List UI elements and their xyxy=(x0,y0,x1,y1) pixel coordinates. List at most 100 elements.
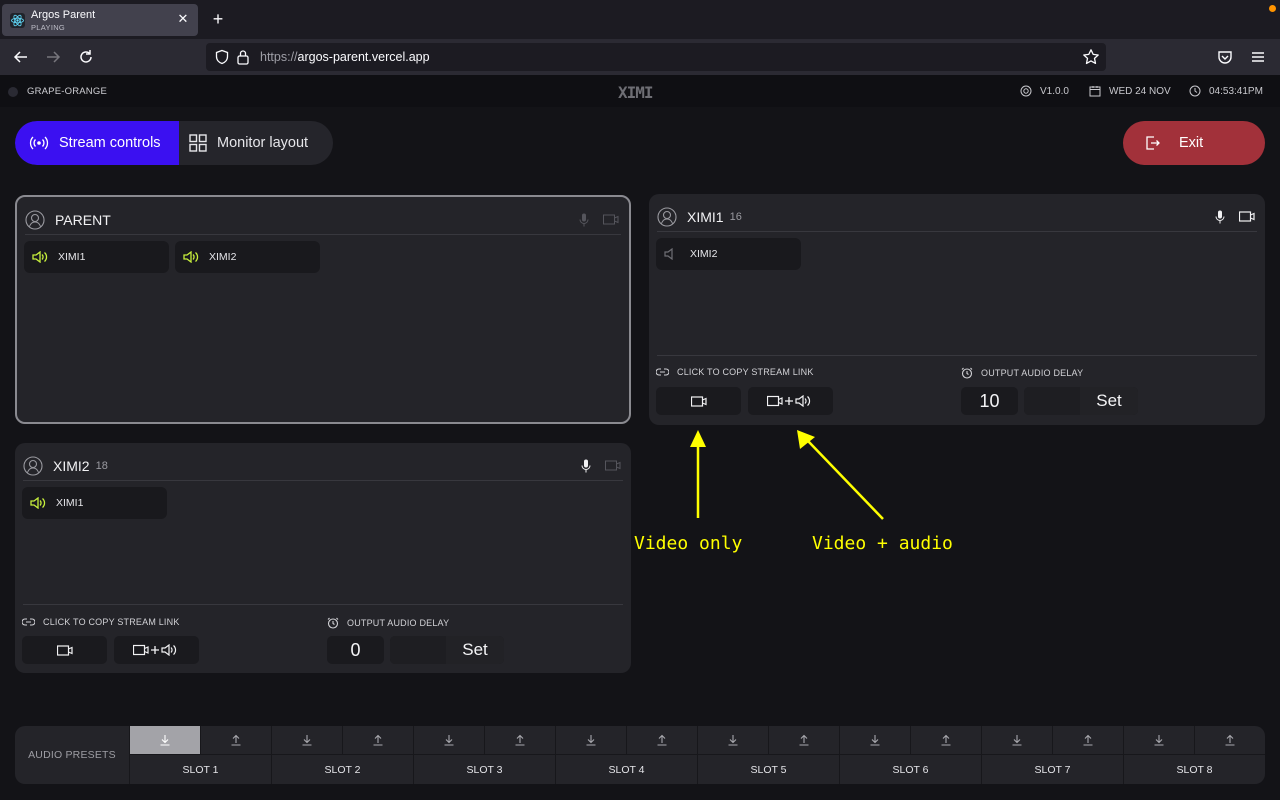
audio-delay-value: 0 xyxy=(327,636,384,664)
connection-status-dot xyxy=(8,87,18,97)
pocket-icon[interactable] xyxy=(1216,48,1234,66)
preset-slot-buttons xyxy=(272,726,413,755)
load-preset-button[interactable] xyxy=(130,726,200,754)
load-preset-button[interactable] xyxy=(840,726,910,754)
user-avatar-icon xyxy=(23,455,43,476)
download-icon xyxy=(585,734,597,746)
preset-slot: SLOT 8 xyxy=(1123,726,1265,784)
audio-source-chip[interactable]: XIMI1 xyxy=(24,241,169,273)
back-arrow-icon[interactable] xyxy=(12,48,30,66)
preset-slot-name: SLOT 4 xyxy=(608,763,645,776)
save-preset-button[interactable] xyxy=(910,726,981,754)
stream-controls-tab[interactable]: Stream controls xyxy=(15,121,179,165)
shield-icon[interactable] xyxy=(214,49,230,65)
browser-nav-bar: https://argos-parent.vercel.app xyxy=(0,39,1280,75)
close-tab-icon[interactable]: ✕ xyxy=(176,12,190,26)
monitor-layout-label: Monitor layout xyxy=(217,135,309,151)
video-camera-icon xyxy=(56,644,73,656)
load-preset-button[interactable] xyxy=(982,726,1052,754)
speaker-active-icon xyxy=(32,251,48,263)
source-label: XIMI1 xyxy=(56,497,84,509)
browser-tab[interactable]: Argos Parent PLAYING ✕ xyxy=(2,4,198,36)
audio-presets-label: AUDIO PRESETS xyxy=(28,749,116,761)
camera-icon[interactable] xyxy=(1239,211,1255,222)
save-preset-button[interactable] xyxy=(200,726,271,754)
camera-icon[interactable] xyxy=(603,214,619,225)
set-delay-button[interactable]: Set xyxy=(1080,387,1138,415)
exit-label: Exit xyxy=(1179,135,1204,151)
audio-delay-text: OUTPUT AUDIO DELAY xyxy=(981,368,1084,378)
preset-slot-name: SLOT 6 xyxy=(892,763,929,776)
audio-delay-label: OUTPUT AUDIO DELAY xyxy=(961,367,1083,379)
audio-delay-input[interactable] xyxy=(1024,387,1080,415)
microphone-icon[interactable] xyxy=(579,213,589,227)
app-header: GRAPE-ORANGE XIMI V1.0.0 WED 24 NOV 04:5… xyxy=(0,75,1280,107)
copy-video-link-button[interactable] xyxy=(656,387,741,415)
reload-icon[interactable] xyxy=(77,48,95,66)
notification-dot xyxy=(1269,5,1276,12)
save-preset-button[interactable] xyxy=(342,726,413,754)
copy-video-link-button[interactable] xyxy=(22,636,107,664)
save-preset-button[interactable] xyxy=(484,726,555,754)
ximi1-panel[interactable]: XIMI1 16 XIMI2 CLICK TO COPY STREAM LINK… xyxy=(649,194,1265,425)
load-preset-button[interactable] xyxy=(272,726,342,754)
load-preset-button[interactable] xyxy=(698,726,768,754)
divider xyxy=(23,604,623,605)
copy-video-audio-link-button[interactable] xyxy=(748,387,833,415)
bookmark-star-icon[interactable] xyxy=(1082,48,1100,66)
save-preset-button[interactable] xyxy=(1052,726,1123,754)
preset-slot-buttons xyxy=(414,726,555,755)
user-avatar-icon xyxy=(657,206,677,227)
set-delay-button[interactable]: Set xyxy=(446,636,504,664)
load-preset-button[interactable] xyxy=(1124,726,1194,754)
lock-icon[interactable] xyxy=(236,49,250,65)
panel-name: XIMI1 xyxy=(687,208,724,225)
preset-slot-name: SLOT 1 xyxy=(182,763,219,776)
download-icon xyxy=(443,734,455,746)
upload-icon xyxy=(230,734,242,746)
parent-panel[interactable]: PARENT XIMI1 XIMI2 xyxy=(15,195,631,424)
url-bar[interactable]: https://argos-parent.vercel.app xyxy=(206,43,1106,71)
divider xyxy=(657,355,1257,356)
load-preset-button[interactable] xyxy=(556,726,626,754)
panel-count: 16 xyxy=(729,210,742,223)
load-preset-button[interactable] xyxy=(414,726,484,754)
browser-tab-bar: Argos Parent PLAYING ✕ + xyxy=(0,0,1280,39)
ximi2-panel[interactable]: XIMI2 18 XIMI1 CLICK TO COPY STREAM LINK… xyxy=(15,443,631,673)
save-preset-button[interactable] xyxy=(768,726,839,754)
audio-source-chip[interactable]: XIMI2 xyxy=(175,241,320,273)
preset-slot-name: SLOT 2 xyxy=(324,763,361,776)
source-label: XIMI2 xyxy=(690,248,718,260)
audio-source-chip[interactable]: XIMI1 xyxy=(22,487,167,519)
video-plus-audio-icon xyxy=(766,395,815,407)
clock-icon xyxy=(1189,85,1201,97)
preset-slot-name: SLOT 3 xyxy=(466,763,503,776)
audio-delay-input[interactable] xyxy=(390,636,446,664)
upload-icon xyxy=(514,734,526,746)
camera-icon[interactable] xyxy=(605,460,621,471)
save-preset-button[interactable] xyxy=(626,726,697,754)
exit-button[interactable]: Exit xyxy=(1123,121,1265,165)
panel-name: PARENT xyxy=(55,211,111,228)
stream-link-text: CLICK TO COPY STREAM LINK xyxy=(677,367,814,377)
alarm-clock-icon xyxy=(327,617,339,629)
forward-arrow-icon[interactable] xyxy=(44,48,62,66)
ximi-logo: XIMI xyxy=(618,83,654,102)
new-tab-button[interactable]: + xyxy=(209,10,227,28)
audio-source-chip[interactable]: XIMI2 xyxy=(656,238,801,270)
version-info: V1.0.0 xyxy=(1020,85,1069,97)
copy-video-audio-link-button[interactable] xyxy=(114,636,199,664)
preset-slot-buttons xyxy=(698,726,839,755)
url-text[interactable]: https://argos-parent.vercel.app xyxy=(260,50,430,64)
microphone-icon[interactable] xyxy=(1215,210,1225,224)
preset-slot: SLOT 1 xyxy=(129,726,271,784)
download-icon xyxy=(301,734,313,746)
monitor-layout-tab[interactable]: Monitor layout xyxy=(179,121,333,165)
time-info: 04:53:41PM xyxy=(1189,85,1263,97)
stream-link-text: CLICK TO COPY STREAM LINK xyxy=(43,617,180,627)
save-preset-button[interactable] xyxy=(1194,726,1265,754)
speaker-active-icon xyxy=(183,251,199,263)
preset-slot-name: SLOT 8 xyxy=(1176,763,1213,776)
microphone-icon[interactable] xyxy=(581,459,591,473)
menu-hamburger-icon[interactable] xyxy=(1249,48,1267,66)
